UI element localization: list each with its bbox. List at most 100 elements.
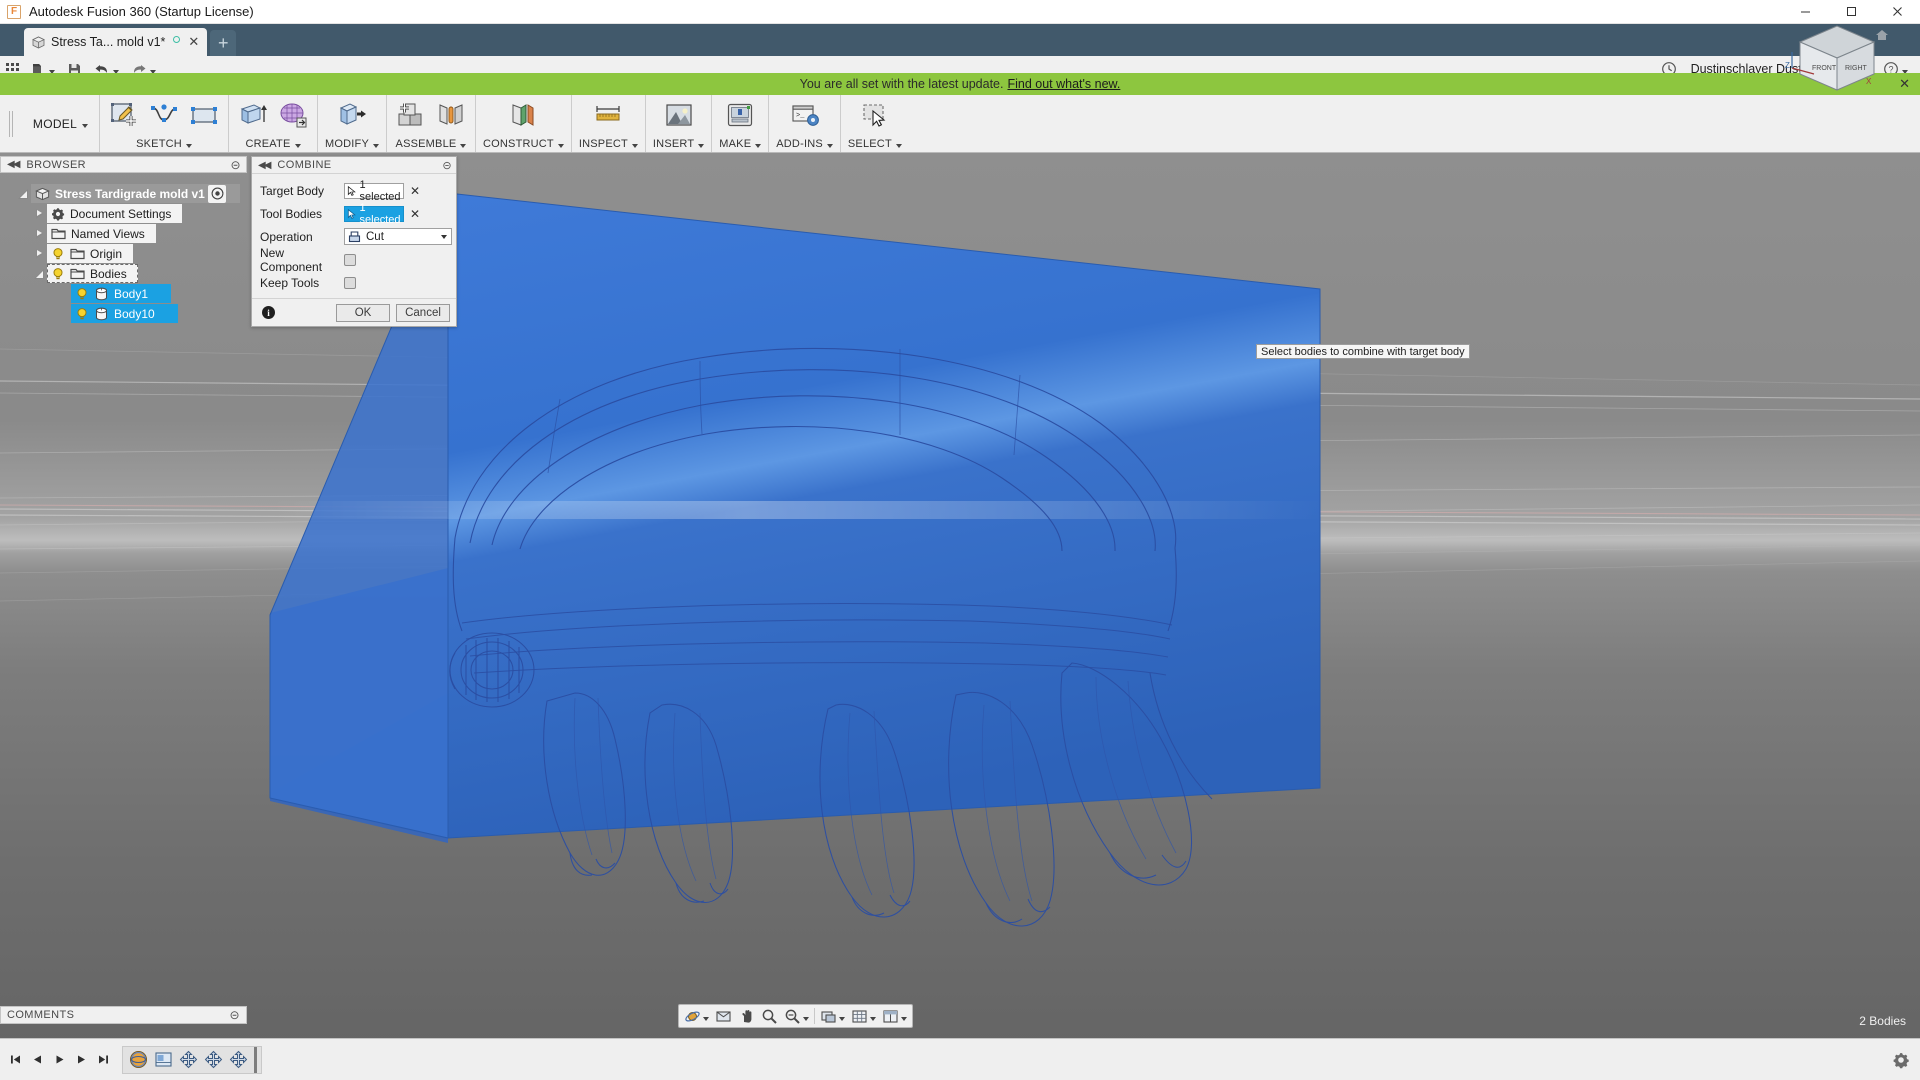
pan-button[interactable] <box>735 1005 758 1027</box>
chevron-down-icon <box>185 143 192 148</box>
pin-icon[interactable]: ⊝ <box>442 159 452 172</box>
collapse-icon[interactable]: ◀◀ <box>7 159 20 170</box>
clear-tool-bodies-icon[interactable]: ✕ <box>404 207 426 221</box>
view-cube[interactable]: FRONT RIGHT X Z <box>1782 12 1892 100</box>
new-component-row: New Component <box>260 246 452 274</box>
light-bulb-icon[interactable] <box>75 307 89 321</box>
light-bulb-icon[interactable] <box>75 287 89 301</box>
browser-tree-item[interactable]: Body1 <box>0 284 247 303</box>
go-to-beginning-button[interactable] <box>5 1048 26 1072</box>
target-body-selection-field[interactable]: 1 selected <box>344 179 404 203</box>
expand-triangle-icon[interactable] <box>32 224 47 243</box>
pin-icon[interactable]: ⊝ <box>231 158 241 172</box>
timeline-track[interactable] <box>122 1045 262 1074</box>
browser-item-chip[interactable]: Body1 <box>71 284 172 303</box>
ribbon-group-select-label[interactable]: SELECT <box>848 138 902 150</box>
keep-tools-label: Keep Tools <box>260 275 320 290</box>
light-bulb-icon[interactable] <box>51 267 65 281</box>
ribbon-group-create-label[interactable]: CREATE <box>245 138 301 150</box>
ribbon-group-assemble-label[interactable]: ASSEMBLE <box>396 138 467 150</box>
ribbon-group-construct-label[interactable]: CONSTRUCT <box>483 138 564 150</box>
go-to-end-button[interactable] <box>93 1048 114 1072</box>
ribbon-group-make-label[interactable]: MAKE <box>719 138 762 150</box>
keep-tools-checkbox[interactable] <box>344 276 356 289</box>
browser-item-chip[interactable]: Document Settings <box>47 204 183 223</box>
new-component-checkbox[interactable] <box>344 253 356 266</box>
timeline-node-sketch[interactable] <box>152 1049 174 1071</box>
timeline-node-component[interactable] <box>127 1049 149 1071</box>
browser-item-chip[interactable]: Origin <box>47 244 134 263</box>
browser-item-label: Document Settings <box>70 206 172 221</box>
ribbon-group-sketch-label[interactable]: SKETCH <box>136 138 192 150</box>
tool-bodies-selection-field[interactable]: 1 selected <box>344 202 404 226</box>
orbit-button[interactable] <box>681 1005 712 1027</box>
form-button[interactable] <box>276 98 310 132</box>
workspace-selector[interactable]: MODEL <box>22 95 100 152</box>
close-icon[interactable]: ✕ <box>186 34 201 50</box>
expand-triangle-icon[interactable] <box>32 244 47 263</box>
banner-close-icon[interactable]: ✕ <box>1899 73 1910 95</box>
document-tab[interactable]: Stress Ta... mold v1* ✕ <box>24 28 208 56</box>
measure-button[interactable] <box>591 98 625 132</box>
document-activate-icon[interactable] <box>208 184 226 203</box>
collapse-triangle-icon[interactable] <box>16 184 31 203</box>
expand-triangle-icon[interactable] <box>32 204 47 223</box>
clear-target-body-icon[interactable]: ✕ <box>404 184 426 198</box>
new-tab-button[interactable]: + <box>210 30 237 56</box>
look-at-button[interactable] <box>712 1005 735 1027</box>
operation-dropdown[interactable]: Cut <box>344 228 452 245</box>
collapse-triangle-icon[interactable] <box>32 264 47 283</box>
joint-button[interactable] <box>434 98 468 132</box>
browser-item-chip[interactable]: Body10 <box>71 304 178 323</box>
timeline-playback-controls <box>0 1048 114 1072</box>
select-button[interactable] <box>858 98 892 132</box>
zoom-window-button[interactable] <box>781 1005 812 1027</box>
rectangle-button[interactable] <box>187 98 221 132</box>
offset-plane-button[interactable] <box>506 98 540 132</box>
browser-item-label: Named Views <box>71 226 145 241</box>
step-back-button[interactable] <box>27 1048 48 1072</box>
timeline-settings-button[interactable] <box>1892 1051 1910 1069</box>
timeline-end-marker[interactable] <box>254 1046 257 1073</box>
info-icon[interactable]: i <box>262 306 275 319</box>
play-button[interactable] <box>49 1048 70 1072</box>
3d-print-button[interactable] <box>723 98 757 132</box>
browser-tree-item[interactable]: Named Views <box>0 224 247 243</box>
light-bulb-icon[interactable] <box>51 247 65 261</box>
pin-icon[interactable]: ⊝ <box>230 1008 240 1022</box>
timeline-node-move-2[interactable] <box>202 1049 224 1071</box>
display-settings-button[interactable] <box>817 1005 848 1027</box>
browser-tree-item[interactable]: Origin <box>0 244 247 263</box>
cancel-button[interactable]: Cancel <box>396 303 450 322</box>
move-icon <box>204 1050 222 1069</box>
browser-tree-item[interactable]: Stress Tardigrade mold v1 <box>0 184 247 203</box>
zoom-button[interactable] <box>758 1005 781 1027</box>
body-icon <box>94 287 109 301</box>
timeline-node-move-3[interactable] <box>227 1049 249 1071</box>
viewports-button[interactable] <box>879 1005 910 1027</box>
press-pull-button[interactable] <box>335 98 369 132</box>
ok-button[interactable]: OK <box>336 303 390 322</box>
browser-tree-item[interactable]: Body10 <box>0 304 247 323</box>
step-forward-button[interactable] <box>71 1048 92 1072</box>
collapse-icon[interactable]: ◀◀ <box>258 160 271 171</box>
timeline-node-move-1[interactable] <box>177 1049 199 1071</box>
scripts-addins-button[interactable]: >_ <box>788 98 822 132</box>
browser-tree-item[interactable]: Bodies <box>0 264 247 283</box>
whats-new-link[interactable]: Find out what's new. <box>1007 77 1120 91</box>
ribbon-group-modify-label[interactable]: MODIFY <box>325 138 379 150</box>
extrude-button[interactable] <box>236 98 270 132</box>
browser-item-chip[interactable]: Bodies <box>47 264 138 283</box>
ribbon-group-addins-label[interactable]: ADD-INS <box>776 138 833 150</box>
grid-snaps-button[interactable] <box>848 1005 879 1027</box>
comments-panel-header[interactable]: COMMENTS ⊝ <box>0 1006 247 1024</box>
insert-image-button[interactable] <box>662 98 696 132</box>
browser-tree-item[interactable]: Document Settings <box>0 204 247 223</box>
ribbon-group-inspect-label[interactable]: INSPECT <box>579 138 638 150</box>
new-component-button[interactable] <box>394 98 428 132</box>
spline-button[interactable] <box>147 98 181 132</box>
ribbon-group-insert-label[interactable]: INSERT <box>653 138 705 150</box>
browser-item-chip[interactable]: Named Views <box>47 224 156 243</box>
create-sketch-button[interactable] <box>107 98 141 132</box>
